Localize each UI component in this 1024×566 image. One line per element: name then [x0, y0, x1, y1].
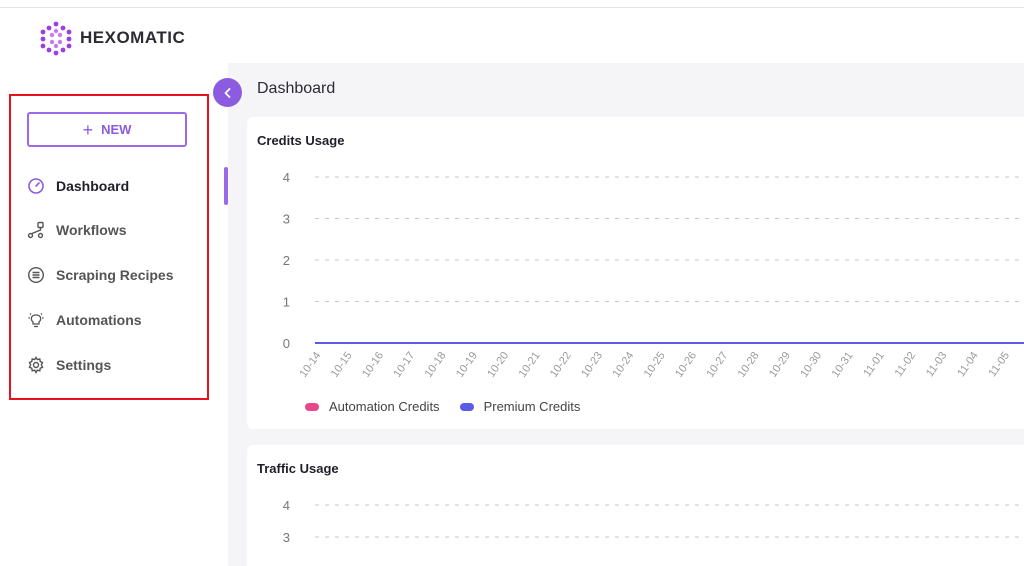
y-tick-label: 4	[283, 170, 290, 185]
traffic-usage-chart: 34	[283, 498, 1024, 545]
y-tick-label: 1	[283, 295, 290, 310]
x-tick-label: 10-19	[454, 350, 480, 380]
x-tick-label: 10-28	[736, 350, 762, 380]
x-tick-label: 10-30	[798, 350, 824, 380]
credits-usage-chart: 0 1 2 3 4 10-14 10-15 10-16 10-17 10-18 10-19 10-20…	[283, 170, 1024, 380]
sidebar-item-automations[interactable]: Automations	[26, 309, 142, 331]
x-tick-label: 10-18	[423, 350, 449, 380]
x-tick-label: 10-16	[360, 350, 386, 380]
sidebar-item-label: Workflows	[56, 222, 127, 238]
y-tick-label: 2	[283, 253, 290, 268]
chevron-left-icon	[224, 87, 230, 98]
x-tick-label: 10-29	[767, 350, 793, 380]
gear-icon	[26, 356, 45, 375]
legend-item-premium-credits[interactable]: Premium Credits	[459, 399, 581, 414]
x-tick-label: 10-23	[579, 350, 605, 380]
x-tick-label: 10-25	[642, 350, 668, 380]
x-tick-label: 10-21	[517, 350, 543, 380]
x-tick-label: 11-01	[861, 350, 887, 379]
legend-swatch	[305, 402, 319, 411]
sidebar-item-label: Dashboard	[56, 178, 130, 194]
x-tick-label: 11-02	[893, 350, 919, 379]
chart-legend: Automation Credits Premium Credits	[305, 399, 600, 414]
sidebar-item-scraping-recipes[interactable]: Scraping Recipes	[26, 264, 174, 286]
y-tick-label: 3	[283, 530, 290, 545]
active-nav-indicator	[224, 167, 228, 205]
sidebar-item-workflows[interactable]: Workflows	[26, 219, 127, 241]
y-tick-label: 3	[283, 212, 290, 227]
lightbulb-icon	[26, 311, 45, 330]
plus-icon: +	[82, 119, 94, 140]
sidebar-item-label: Automations	[56, 312, 142, 328]
header-bar	[228, 8, 1024, 63]
hexomatic-logo-icon	[40, 21, 72, 56]
x-tick-label: 10-26	[673, 350, 699, 380]
legend-label: Automation Credits	[329, 399, 440, 414]
page-title: Dashboard	[257, 80, 336, 97]
y-tick-label: 4	[283, 498, 290, 513]
legend-swatch	[459, 402, 474, 411]
x-tick-label: 10-20	[485, 350, 511, 380]
sidebar-item-settings[interactable]: Settings	[26, 354, 111, 376]
top-bar	[0, 0, 1024, 8]
legend-label: Premium Credits	[483, 399, 581, 414]
sidebar-item-dashboard[interactable]: Dashboard	[26, 175, 129, 197]
x-tick-label: 10-27	[704, 350, 730, 380]
recipe-list-icon	[26, 266, 45, 285]
legend-item-automation-credits[interactable]: Automation Credits	[305, 399, 440, 414]
x-tick-label: 10-14	[297, 350, 323, 380]
new-button-label: NEW	[101, 122, 132, 137]
sidebar-item-label: Settings	[56, 357, 112, 373]
sidebar-item-label: Scraping Recipes	[56, 267, 174, 283]
traffic-usage-card: Traffic Usage 34	[247, 445, 1024, 566]
x-tick-label: 10-22	[548, 350, 574, 380]
x-tick-label: 10-17	[391, 350, 417, 380]
x-tick-label: 11-04	[955, 350, 981, 379]
credits-usage-card: Credits Usage 0 1 2 3 4 10-14 10-15 10-16 10-17 1…	[247, 117, 1024, 429]
dashboard-gauge-icon	[26, 177, 45, 196]
x-tick-label: 10-15	[329, 350, 355, 380]
brand-logo[interactable]: HEXOMATIC	[38, 20, 185, 56]
collapse-sidebar-button[interactable]	[213, 78, 242, 107]
y-tick-label: 0	[283, 336, 290, 351]
x-tick-label: 11-03	[924, 350, 950, 379]
new-button[interactable]: + NEW	[27, 112, 187, 147]
brand-name: HEXOMATIC	[80, 28, 186, 47]
x-tick-label: 10-24	[610, 350, 636, 380]
x-tick-label: 10-31	[830, 350, 856, 380]
x-tick-label: 11-05	[987, 350, 1013, 379]
workflow-icon	[26, 221, 45, 240]
